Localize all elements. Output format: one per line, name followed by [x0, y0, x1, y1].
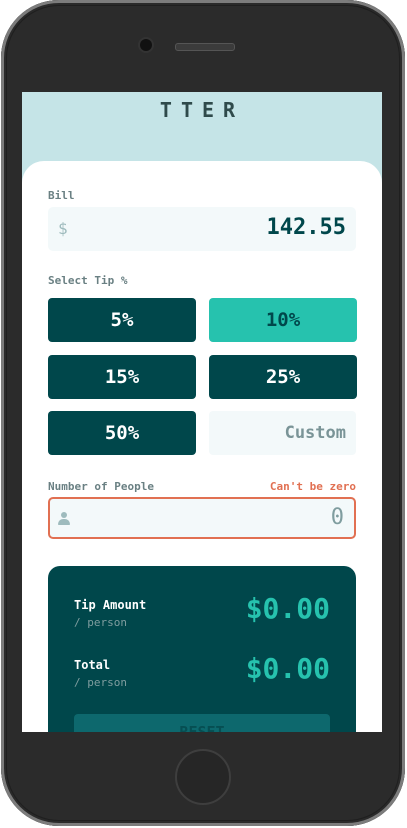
calculator-card: Bill $ 142.55 Select Tip % 5% 10% 15% 25…	[22, 161, 382, 732]
person-icon	[58, 512, 70, 526]
bill-input[interactable]: $ 142.55	[48, 207, 356, 251]
total-title: Total	[74, 658, 111, 672]
app-screen: TTER Bill $ 142.55 Select Tip % 5% 10% 1…	[22, 92, 382, 732]
total-sub: / person	[74, 676, 127, 689]
tip-button-10[interactable]: 10%	[209, 298, 357, 342]
people-input[interactable]: 0	[48, 497, 356, 539]
dollar-icon: $	[58, 219, 68, 238]
speaker-grille	[175, 43, 235, 51]
camera-icon	[140, 39, 152, 51]
tip-button-25[interactable]: 25%	[209, 355, 357, 399]
bill-label: Bill	[48, 189, 75, 202]
tip-button-50[interactable]: 50%	[48, 411, 196, 455]
tip-button-5[interactable]: 5%	[48, 298, 196, 342]
tip-button-15[interactable]: 15%	[48, 355, 196, 399]
results-panel: Tip Amount / person $0.00 Total / person…	[48, 566, 356, 732]
total-value: $0.00	[245, 652, 330, 685]
reset-button[interactable]: RESET	[74, 714, 330, 732]
app-logo: TTER	[159, 98, 245, 122]
home-button[interactable]	[175, 749, 231, 805]
people-value: 0	[330, 505, 344, 530]
bill-value: 142.55	[266, 215, 346, 240]
tip-amount-sub: / person	[74, 616, 127, 629]
custom-tip-input[interactable]: Custom	[209, 411, 356, 455]
tip-amount-value: $0.00	[245, 592, 330, 625]
tip-amount-title: Tip Amount	[74, 598, 147, 612]
people-error: Can't be zero	[269, 480, 356, 493]
select-tip-label: Select Tip %	[48, 274, 128, 287]
people-label: Number of People	[48, 480, 154, 493]
